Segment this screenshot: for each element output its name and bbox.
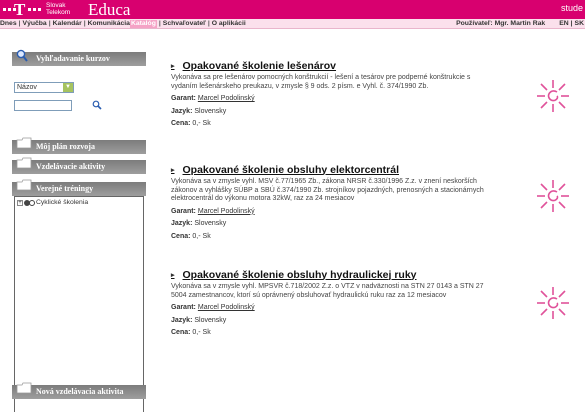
course-description: Vykonáva sa v zmysle vyhl. MPSVR č.718/2… — [171, 283, 484, 299]
user-label: Používateľ: Mgr. Martin Rak — [456, 20, 546, 27]
course-price: Cena: 0,- Sk — [171, 232, 211, 240]
search-button-icon[interactable] — [92, 100, 102, 112]
educa-logo-icon — [537, 287, 569, 319]
tree-item-cyclic-trainings[interactable]: + Cyklické školenia — [17, 199, 88, 206]
menu-item-o-aplikacii[interactable]: O aplikácii — [212, 20, 246, 28]
brand-bar: T Slovak Telekom Educa stude — [0, 0, 585, 19]
garant-link[interactable]: Marcel Podolinský — [198, 95, 255, 102]
new-activity-header[interactable]: Nová vzdelávacia aktivita — [12, 382, 146, 399]
course-item: ▸ Opakované školenie lešenárov Vykonáva s… — [171, 59, 496, 129]
brand-right-text: stude — [560, 3, 583, 13]
course-language: Jazyk: Slovensky — [171, 220, 227, 227]
menu-item-katalog[interactable]: Katalóg — [129, 20, 157, 28]
course-price: Cena: 0,- Sk — [171, 329, 211, 336]
course-price: Cena: 0,- Sk — [171, 120, 211, 127]
folder-icon — [16, 179, 32, 196]
educa-logo-icon — [537, 180, 569, 212]
menu-item-dnes[interactable]: Dnes — [0, 20, 17, 28]
magnifier-icon — [16, 49, 30, 70]
lang-sk[interactable]: SK — [575, 20, 584, 28]
search-panel-header: Vyhľadavanie kurzov — [12, 49, 146, 66]
app-name: Educa — [88, 0, 131, 19]
menu-item-kalendar[interactable]: Kalendár — [53, 20, 82, 28]
public-trainings-header[interactable]: Verejné tréningy — [12, 179, 146, 196]
folder-icon — [16, 137, 32, 154]
menu-item-vyucba[interactable]: Výučba — [23, 20, 47, 28]
course-language: Jazyk: Slovensky — [171, 316, 227, 324]
brand-dots-right — [28, 8, 41, 11]
search-panel: Vyhľadavanie kurzov Názov ▼ — [12, 49, 146, 120]
course-garant: Garant: Marcel Podolinský — [171, 207, 255, 215]
menu-item-komunikacia[interactable]: Komunikácia — [88, 20, 130, 28]
menu-right: Používateľ: Mgr. Martin Rak EN | SK — [456, 20, 584, 28]
my-plan-header[interactable]: Môj plán rozvoja — [12, 137, 146, 154]
course-garant: Garant: Marcel Podolinský — [171, 95, 255, 102]
course-description: Vykonáva sa pre lešenárov pomocných konš… — [171, 74, 471, 90]
search-input[interactable] — [14, 100, 72, 111]
menu-item-schvalovatel[interactable]: Schvaľovateľ — [163, 20, 206, 28]
course-item: ▸ Opakované školenie obsluhy hydraulickej… — [171, 268, 496, 338]
search-panel-title: Vyhľadavanie kurzov — [36, 54, 110, 63]
folder-icon — [16, 382, 32, 399]
course-title[interactable]: ▸ Opakované školenie obsluhy hydraulickej… — [171, 268, 496, 281]
course-title[interactable]: ▸ Opakované školenie lešenárov — [171, 59, 496, 72]
expand-icon[interactable]: + — [17, 199, 23, 206]
folder-icon — [16, 157, 32, 174]
menu-bar: Dnes | Výučba | Kalendár | Komunikácia K… — [0, 19, 585, 29]
course-item: ▸ Opakované školenie obsluhy elektorcentr… — [171, 163, 496, 241]
educa-logo-icon — [537, 80, 569, 112]
course-title[interactable]: ▸ Opakované školenie obsluhy elektorcentr… — [171, 163, 496, 176]
education-activities-header[interactable]: Vzdelávacie aktivity — [12, 157, 146, 174]
telekom-logo: T — [14, 0, 26, 19]
garant-link[interactable]: Marcel Podolinský — [198, 304, 255, 311]
company-name: Slovak Telekom — [46, 2, 71, 16]
garant-link[interactable]: Marcel Podolinský — [198, 208, 255, 215]
main-menu: Dnes | Výučba | Kalendár | Komunikácia K… — [0, 20, 246, 28]
course-garant: Garant: Marcel Podolinský — [171, 304, 255, 311]
course-description: Vykonáva sa v zmysle vyhl. MSV č.77/1965… — [171, 178, 484, 202]
search-field-select[interactable]: Názov ▼ — [14, 82, 74, 93]
lang-en[interactable]: EN — [559, 20, 568, 28]
training-tree: + Cyklické školenia — [14, 196, 144, 412]
chevron-down-icon: ▼ — [63, 83, 73, 92]
course-language: Jazyk: Slovensky — [171, 107, 227, 115]
